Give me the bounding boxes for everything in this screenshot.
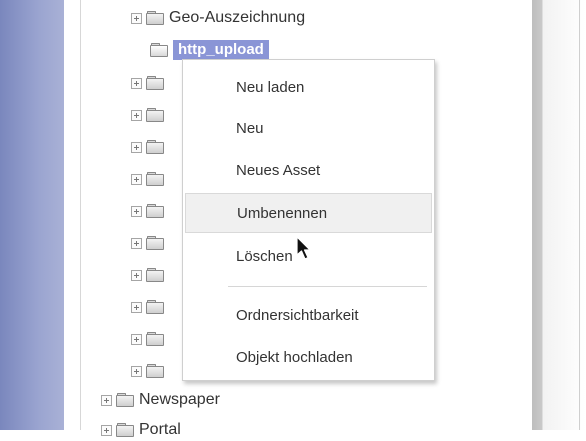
menu-item-label: Neues Asset [236,161,321,179]
menu-separator [228,286,427,287]
menu-item-label: Ordnersichtbarkeit [236,306,359,324]
tree-item-portal[interactable]: Portal [101,419,181,441]
tree-item-http-upload[interactable]: http_upload [146,39,269,61]
tree-item[interactable] [131,72,169,94]
left-navigation-strip [0,0,65,430]
menu-item-rename[interactable]: Umbenennen [185,193,432,233]
tree-item-label: Newspaper [139,391,220,408]
tree-item[interactable] [131,360,169,382]
expand-plus-icon[interactable] [131,365,142,377]
folder-icon [146,140,164,154]
tree-item[interactable] [131,328,169,350]
expand-plus-icon[interactable] [101,424,112,436]
menu-item-label: Neu laden [236,78,305,96]
menu-item-label: Umbenennen [237,204,328,222]
folder-icon [116,423,134,437]
menu-item-new-asset[interactable]: Neues Asset [183,150,434,190]
folder-icon [146,300,164,314]
scrollbar-area[interactable] [532,0,586,430]
expand-plus-icon[interactable] [131,237,142,249]
folder-icon [146,364,164,378]
expand-plus-icon[interactable] [131,12,142,24]
expand-plus-icon[interactable] [101,394,112,406]
expand-plus-icon[interactable] [131,301,142,313]
folder-icon [146,236,164,250]
mouse-pointer-icon [296,236,311,260]
menu-item-label: Objekt hochladen [236,348,353,366]
expand-plus-icon[interactable] [131,77,142,89]
folder-icon [146,76,164,90]
tree-item[interactable] [131,168,169,190]
folder-icon [116,393,134,407]
expand-plus-icon[interactable] [131,333,142,345]
tree-item[interactable] [131,200,169,222]
menu-item-label: Löschen [236,247,293,265]
tree-item[interactable] [131,104,169,126]
menu-item-reload[interactable]: Neu laden [183,67,434,107]
menu-item-label: Neu [236,119,264,137]
tree-item-selected-label[interactable]: http_upload [173,40,269,60]
menu-item-folder-visibility[interactable]: Ordnersichtbarkeit [183,295,434,335]
tree-item[interactable] [131,264,169,286]
expand-plus-icon[interactable] [131,109,142,121]
tree-item-label: Portal [139,421,181,438]
tree-guide-line [80,0,81,430]
folder-icon [146,268,164,282]
folder-icon [146,332,164,346]
tree-item-newspaper[interactable]: Newspaper [101,389,220,411]
tree-item[interactable] [131,232,169,254]
tree-item[interactable] [131,296,169,318]
expand-plus-icon[interactable] [131,205,142,217]
tree-item-geo-auszeichnung[interactable]: Geo-Auszeichnung [131,7,305,29]
expand-plus-icon[interactable] [131,141,142,153]
menu-item-upload-object[interactable]: Objekt hochladen [183,337,434,377]
context-menu: Neu laden Neu Neues Asset Umbenennen Lös… [182,59,435,381]
folder-icon [146,108,164,122]
folder-icon [146,11,164,25]
expand-plus-icon[interactable] [131,173,142,185]
open-folder-icon [150,43,168,57]
expand-plus-icon[interactable] [131,269,142,281]
folder-icon [146,204,164,218]
tree-item-label: Geo-Auszeichnung [169,9,306,26]
tree-item[interactable] [131,136,169,158]
folder-icon [146,172,164,186]
menu-item-new[interactable]: Neu [183,108,434,148]
